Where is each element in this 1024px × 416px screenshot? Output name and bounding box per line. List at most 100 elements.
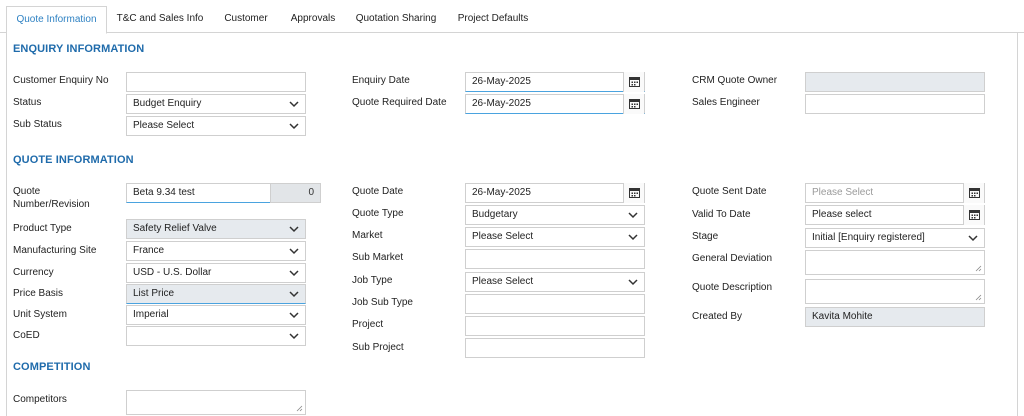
manufacturing-site-value: France — [133, 245, 165, 256]
sub-status-select[interactable]: Please Select — [126, 116, 306, 136]
sub-market-input[interactable] — [465, 249, 645, 269]
chevron-down-icon — [289, 101, 299, 108]
calendar-button[interactable] — [623, 94, 644, 114]
general-deviation-label: General Deviation — [692, 253, 773, 264]
tab-quote-information[interactable]: Quote Information — [6, 6, 107, 34]
project-label: Project — [352, 319, 384, 330]
stage-value: Initial [Enquiry registered] — [812, 232, 925, 243]
calendar-button[interactable] — [963, 183, 984, 203]
product-type-select[interactable]: Safety Relief Valve — [126, 219, 306, 239]
customer-enquiry-no-input[interactable] — [126, 72, 306, 92]
quote-required-date-input[interactable]: 26-May-2025 — [465, 94, 645, 114]
valid-to-date-label: Valid To Date — [692, 209, 751, 220]
quote-required-date-value: 26-May-2025 — [472, 98, 531, 109]
quote-description-label: Quote Description — [692, 282, 773, 293]
tab-bar: Quote Information T&C and Sales Info Cus… — [0, 0, 1024, 34]
competitors-textarea[interactable] — [126, 390, 306, 415]
stage-label: Stage — [692, 231, 719, 242]
sub-status-label: Sub Status — [13, 119, 62, 130]
chevron-down-icon — [289, 291, 299, 298]
chevron-down-icon — [289, 123, 299, 130]
sub-market-label: Sub Market — [352, 252, 404, 263]
general-deviation-textarea[interactable] — [805, 250, 985, 275]
quote-type-value: Budgetary — [472, 209, 518, 220]
job-type-select[interactable]: Please Select — [465, 272, 645, 292]
calendar-icon — [969, 210, 980, 220]
tab-quotation-sharing[interactable]: Quotation Sharing — [350, 6, 442, 33]
market-label: Market — [352, 230, 383, 241]
manufacturing-site-select[interactable]: France — [126, 241, 306, 261]
sub-project-label: Sub Project — [352, 342, 404, 353]
quote-sent-date-placeholder: Please Select — [812, 187, 874, 198]
competitors-label: Competitors — [13, 394, 67, 405]
job-type-label: Job Type — [352, 275, 393, 286]
chevron-down-icon — [289, 248, 299, 255]
chevron-down-icon — [289, 333, 299, 340]
tab-customer[interactable]: Customer — [215, 6, 277, 33]
sales-engineer-label: Sales Engineer — [692, 97, 760, 108]
resize-handle-icon[interactable] — [975, 265, 982, 272]
chevron-down-icon — [289, 312, 299, 319]
enquiry-date-label: Enquiry Date — [352, 75, 410, 86]
created-by-field: Kavita Mohite — [805, 307, 985, 327]
currency-select[interactable]: USD - U.S. Dollar — [126, 263, 306, 283]
chevron-down-icon — [289, 270, 299, 277]
chevron-down-icon — [628, 234, 638, 241]
quote-date-input[interactable]: 26-May-2025 — [465, 183, 645, 203]
quote-number-input[interactable]: Beta 9.34 test 0 — [126, 183, 321, 203]
calendar-button[interactable] — [623, 72, 644, 92]
resize-handle-icon[interactable] — [296, 405, 303, 412]
price-basis-select[interactable]: List Price — [126, 284, 306, 304]
quote-required-date-label: Quote Required Date — [352, 97, 447, 108]
status-select[interactable]: Budget Enquiry — [126, 94, 306, 114]
calendar-button[interactable] — [963, 205, 984, 225]
stage-select[interactable]: Initial [Enquiry registered] — [805, 228, 985, 248]
sub-project-input[interactable] — [465, 338, 645, 358]
currency-value: USD - U.S. Dollar — [133, 267, 212, 278]
market-select[interactable]: Please Select — [465, 227, 645, 247]
quote-number-value: Beta 9.34 test — [133, 187, 195, 198]
enquiry-date-input[interactable]: 26-May-2025 — [465, 72, 645, 92]
job-sub-type-input[interactable] — [465, 294, 645, 314]
coed-label: CoED — [13, 330, 40, 341]
chevron-down-icon — [968, 235, 978, 242]
tab-approvals[interactable]: Approvals — [282, 6, 344, 33]
crm-quote-owner-field — [805, 72, 985, 92]
market-value: Please Select — [472, 231, 534, 242]
unit-system-select[interactable]: Imperial — [126, 305, 306, 325]
quote-type-label: Quote Type — [352, 208, 404, 219]
quote-date-label: Quote Date — [352, 186, 404, 197]
tab-project-defaults[interactable]: Project Defaults — [450, 6, 536, 33]
manufacturing-site-label: Manufacturing Site — [13, 245, 97, 256]
quote-sent-date-input[interactable]: Please Select — [805, 183, 985, 203]
product-type-value: Safety Relief Valve — [133, 223, 217, 234]
calendar-button[interactable] — [623, 183, 644, 203]
chevron-down-icon — [628, 279, 638, 286]
calendar-icon — [629, 188, 640, 198]
status-value: Budget Enquiry — [133, 98, 202, 109]
resize-handle-icon[interactable] — [975, 294, 982, 301]
quote-date-value: 26-May-2025 — [472, 187, 531, 198]
project-input[interactable] — [465, 316, 645, 336]
calendar-icon — [969, 188, 980, 198]
calendar-icon — [629, 77, 640, 87]
chevron-down-icon — [289, 226, 299, 233]
enquiry-date-value: 26-May-2025 — [472, 76, 531, 87]
quote-number-label: Quote Number/Revision — [13, 186, 90, 210]
quote-revision-field: 0 — [270, 183, 321, 203]
crm-quote-owner-label: CRM Quote Owner — [692, 75, 778, 86]
unit-system-label: Unit System — [13, 309, 67, 320]
coed-select[interactable] — [126, 326, 306, 346]
created-by-label: Created By — [692, 311, 743, 322]
quote-section-title: QUOTE INFORMATION — [13, 154, 134, 166]
sub-status-value: Please Select — [133, 120, 195, 131]
status-label: Status — [13, 97, 42, 108]
valid-to-date-value: Please select — [812, 209, 872, 220]
tab-tc-sales-info[interactable]: T&C and Sales Info — [112, 6, 208, 33]
valid-to-date-input[interactable]: Please select — [805, 205, 985, 225]
job-sub-type-label: Job Sub Type — [352, 297, 413, 308]
quote-type-select[interactable]: Budgetary — [465, 205, 645, 225]
quote-description-textarea[interactable] — [805, 279, 985, 304]
sales-engineer-input[interactable] — [805, 94, 985, 114]
calendar-icon — [629, 99, 640, 109]
